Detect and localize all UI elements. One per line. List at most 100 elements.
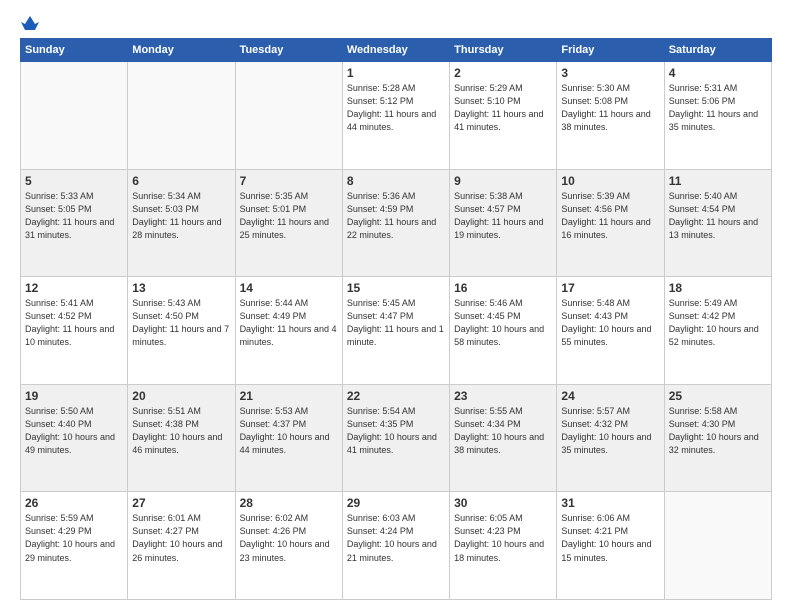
day-number: 4 — [669, 66, 767, 80]
weekday-header-row: SundayMondayTuesdayWednesdayThursdayFrid… — [21, 39, 772, 62]
page: SundayMondayTuesdayWednesdayThursdayFrid… — [0, 0, 792, 612]
day-number: 1 — [347, 66, 445, 80]
weekday-friday: Friday — [557, 39, 664, 62]
calendar-cell: 13 Sunrise: 5:43 AM Sunset: 4:50 PM Dayli… — [128, 277, 235, 385]
day-info: Sunrise: 5:45 AM Sunset: 4:47 PM Dayligh… — [347, 297, 445, 349]
calendar-cell — [235, 62, 342, 170]
day-info: Sunrise: 5:31 AM Sunset: 5:06 PM Dayligh… — [669, 82, 767, 134]
day-info: Sunrise: 5:55 AM Sunset: 4:34 PM Dayligh… — [454, 405, 552, 457]
calendar-cell: 24 Sunrise: 5:57 AM Sunset: 4:32 PM Dayli… — [557, 384, 664, 492]
day-info: Sunrise: 5:58 AM Sunset: 4:30 PM Dayligh… — [669, 405, 767, 457]
calendar-cell: 31 Sunrise: 6:06 AM Sunset: 4:21 PM Dayli… — [557, 492, 664, 600]
calendar-cell: 29 Sunrise: 6:03 AM Sunset: 4:24 PM Dayli… — [342, 492, 449, 600]
day-info: Sunrise: 5:38 AM Sunset: 4:57 PM Dayligh… — [454, 190, 552, 242]
week-row-2: 5 Sunrise: 5:33 AM Sunset: 5:05 PM Daylig… — [21, 169, 772, 277]
day-number: 8 — [347, 174, 445, 188]
day-number: 29 — [347, 496, 445, 510]
calendar-cell: 23 Sunrise: 5:55 AM Sunset: 4:34 PM Dayli… — [450, 384, 557, 492]
day-number: 16 — [454, 281, 552, 295]
calendar-cell: 18Sunrise: 5:49 AM Sunset: 4:42 PM Dayli… — [664, 277, 771, 385]
day-number: 28 — [240, 496, 338, 510]
day-number: 24 — [561, 389, 659, 403]
day-info: Sunrise: 5:54 AM Sunset: 4:35 PM Dayligh… — [347, 405, 445, 457]
day-info: Sunrise: 5:40 AM Sunset: 4:54 PM Dayligh… — [669, 190, 767, 242]
calendar-cell: 19 Sunrise: 5:50 AM Sunset: 4:40 PM Dayli… — [21, 384, 128, 492]
day-number: 26 — [25, 496, 123, 510]
day-info: Sunrise: 6:02 AM Sunset: 4:26 PM Dayligh… — [240, 512, 338, 564]
calendar-cell: 1 Sunrise: 5:28 AM Sunset: 5:12 PM Daylig… — [342, 62, 449, 170]
day-number: 22 — [347, 389, 445, 403]
weekday-monday: Monday — [128, 39, 235, 62]
day-info: Sunrise: 6:06 AM Sunset: 4:21 PM Dayligh… — [561, 512, 659, 564]
weekday-thursday: Thursday — [450, 39, 557, 62]
calendar-cell — [664, 492, 771, 600]
weekday-saturday: Saturday — [664, 39, 771, 62]
week-row-4: 19 Sunrise: 5:50 AM Sunset: 4:40 PM Dayli… — [21, 384, 772, 492]
day-info: Sunrise: 5:36 AM Sunset: 4:59 PM Dayligh… — [347, 190, 445, 242]
day-number: 20 — [132, 389, 230, 403]
day-number: 7 — [240, 174, 338, 188]
day-info: Sunrise: 6:03 AM Sunset: 4:24 PM Dayligh… — [347, 512, 445, 564]
calendar-cell: 15 Sunrise: 5:45 AM Sunset: 4:47 PM Dayli… — [342, 277, 449, 385]
weekday-tuesday: Tuesday — [235, 39, 342, 62]
day-number: 21 — [240, 389, 338, 403]
day-number: 27 — [132, 496, 230, 510]
day-info: Sunrise: 5:50 AM Sunset: 4:40 PM Dayligh… — [25, 405, 123, 457]
day-info: Sunrise: 5:51 AM Sunset: 4:38 PM Dayligh… — [132, 405, 230, 457]
day-number: 31 — [561, 496, 659, 510]
day-number: 15 — [347, 281, 445, 295]
logo-icon — [21, 16, 39, 32]
calendar-cell: 17 Sunrise: 5:48 AM Sunset: 4:43 PM Dayli… — [557, 277, 664, 385]
day-number: 25 — [669, 389, 767, 403]
day-info: Sunrise: 5:33 AM Sunset: 5:05 PM Dayligh… — [25, 190, 123, 242]
day-info: Sunrise: 5:46 AM Sunset: 4:45 PM Dayligh… — [454, 297, 552, 349]
calendar-cell: 11 Sunrise: 5:40 AM Sunset: 4:54 PM Dayli… — [664, 169, 771, 277]
weekday-sunday: Sunday — [21, 39, 128, 62]
day-info: Sunrise: 5:34 AM Sunset: 5:03 PM Dayligh… — [132, 190, 230, 242]
day-number: 19 — [25, 389, 123, 403]
day-info: Sunrise: 5:28 AM Sunset: 5:12 PM Dayligh… — [347, 82, 445, 134]
day-info: Sunrise: 5:41 AM Sunset: 4:52 PM Dayligh… — [25, 297, 123, 349]
calendar-cell: 14 Sunrise: 5:44 AM Sunset: 4:49 PM Dayli… — [235, 277, 342, 385]
day-info: Sunrise: 5:39 AM Sunset: 4:56 PM Dayligh… — [561, 190, 659, 242]
calendar-cell: 20 Sunrise: 5:51 AM Sunset: 4:38 PM Dayli… — [128, 384, 235, 492]
header — [20, 16, 772, 28]
day-info: Sunrise: 5:30 AM Sunset: 5:08 PM Dayligh… — [561, 82, 659, 134]
day-number: 13 — [132, 281, 230, 295]
calendar-cell: 30Sunrise: 6:05 AM Sunset: 4:23 PM Dayli… — [450, 492, 557, 600]
logo — [20, 16, 40, 28]
calendar-cell: 26Sunrise: 5:59 AM Sunset: 4:29 PM Dayli… — [21, 492, 128, 600]
day-info: Sunrise: 5:44 AM Sunset: 4:49 PM Dayligh… — [240, 297, 338, 349]
calendar-cell: 12 Sunrise: 5:41 AM Sunset: 4:52 PM Dayli… — [21, 277, 128, 385]
calendar-cell: 4 Sunrise: 5:31 AM Sunset: 5:06 PM Daylig… — [664, 62, 771, 170]
day-number: 17 — [561, 281, 659, 295]
day-number: 12 — [25, 281, 123, 295]
day-info: Sunrise: 5:43 AM Sunset: 4:50 PM Dayligh… — [132, 297, 230, 349]
day-number: 14 — [240, 281, 338, 295]
day-info: Sunrise: 5:53 AM Sunset: 4:37 PM Dayligh… — [240, 405, 338, 457]
calendar-cell — [128, 62, 235, 170]
day-info: Sunrise: 6:01 AM Sunset: 4:27 PM Dayligh… — [132, 512, 230, 564]
day-number: 5 — [25, 174, 123, 188]
day-info: Sunrise: 5:57 AM Sunset: 4:32 PM Dayligh… — [561, 405, 659, 457]
weekday-wednesday: Wednesday — [342, 39, 449, 62]
week-row-1: 1 Sunrise: 5:28 AM Sunset: 5:12 PM Daylig… — [21, 62, 772, 170]
day-number: 3 — [561, 66, 659, 80]
calendar-cell: 8 Sunrise: 5:36 AM Sunset: 4:59 PM Daylig… — [342, 169, 449, 277]
calendar-cell: 5 Sunrise: 5:33 AM Sunset: 5:05 PM Daylig… — [21, 169, 128, 277]
calendar-cell: 28 Sunrise: 6:02 AM Sunset: 4:26 PM Dayli… — [235, 492, 342, 600]
week-row-5: 26Sunrise: 5:59 AM Sunset: 4:29 PM Dayli… — [21, 492, 772, 600]
calendar-cell: 7 Sunrise: 5:35 AM Sunset: 5:01 PM Daylig… — [235, 169, 342, 277]
calendar-cell: 6Sunrise: 5:34 AM Sunset: 5:03 PM Daylig… — [128, 169, 235, 277]
calendar-cell: 2Sunrise: 5:29 AM Sunset: 5:10 PM Daylig… — [450, 62, 557, 170]
calendar-cell: 3 Sunrise: 5:30 AM Sunset: 5:08 PM Daylig… — [557, 62, 664, 170]
day-info: Sunrise: 5:48 AM Sunset: 4:43 PM Dayligh… — [561, 297, 659, 349]
day-number: 10 — [561, 174, 659, 188]
day-info: Sunrise: 5:35 AM Sunset: 5:01 PM Dayligh… — [240, 190, 338, 242]
day-number: 11 — [669, 174, 767, 188]
calendar-cell: 22 Sunrise: 5:54 AM Sunset: 4:35 PM Dayli… — [342, 384, 449, 492]
calendar-cell: 10 Sunrise: 5:39 AM Sunset: 4:56 PM Dayli… — [557, 169, 664, 277]
calendar-cell: 16 Sunrise: 5:46 AM Sunset: 4:45 PM Dayli… — [450, 277, 557, 385]
day-number: 23 — [454, 389, 552, 403]
day-number: 2 — [454, 66, 552, 80]
